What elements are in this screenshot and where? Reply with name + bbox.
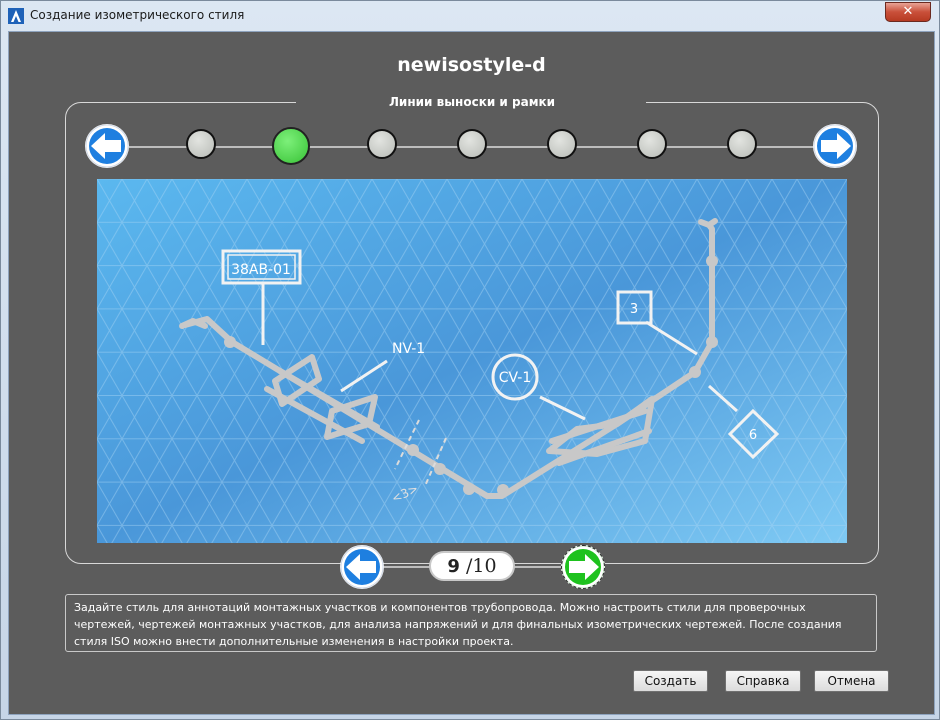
box-3-label: 3 (630, 302, 638, 317)
cancel-button[interactable]: Отмена (814, 670, 889, 692)
title-bar: Создание изометрического стиля ✕ (1, 1, 939, 31)
next-step-button[interactable] (813, 124, 857, 168)
step-dot-7[interactable] (727, 129, 757, 159)
prev-step-button[interactable] (85, 124, 129, 168)
nv-1-label: NV-1 (392, 341, 425, 357)
step-dot-4[interactable] (457, 129, 487, 159)
step-dot-5[interactable] (547, 129, 577, 159)
diamond-6-label: 6 (749, 428, 757, 443)
dialog-body: newisostyle-d Линии выноски и рамки <3> … (8, 31, 935, 715)
isometric-preview-image: <3> 38AB-01 NV-1 CV-1 3 6 (97, 179, 847, 543)
style-name-heading: newisostyle-d (397, 54, 546, 76)
total-pages: /10 (466, 555, 497, 577)
arrow-right-icon (561, 545, 605, 589)
cv-1-label: CV-1 (499, 370, 532, 386)
window-title: Создание изометрического стиля (30, 8, 245, 22)
step-dot-1[interactable] (186, 129, 216, 159)
prev-page-button[interactable] (340, 545, 384, 589)
current-page: 9 (447, 556, 460, 577)
page-counter: 9 /10 (429, 551, 515, 581)
page-navigator: 9 /10 (339, 544, 609, 590)
step-dot-6[interactable] (637, 129, 667, 159)
dialog-window: Создание изометрического стиля ✕ newisos… (0, 0, 940, 720)
section-title: Линии выноски и рамки (388, 95, 556, 109)
tag-38ab-01-label: 38AB-01 (231, 262, 291, 278)
arrow-left-icon (340, 545, 384, 589)
isometric-drawing: <3> 38AB-01 NV-1 CV-1 3 6 (97, 179, 847, 543)
help-button[interactable]: Справка (725, 670, 801, 692)
step-dot-active[interactable] (272, 127, 310, 165)
arrow-left-icon (85, 124, 129, 168)
close-button[interactable]: ✕ (885, 2, 931, 22)
description-text: Задайте стиль для аннотаций монтажных уч… (65, 594, 877, 652)
step-dot-2[interactable] (367, 129, 397, 159)
arrow-right-icon (813, 124, 857, 168)
create-button[interactable]: Создать (633, 670, 708, 692)
app-icon (8, 8, 24, 24)
next-page-button[interactable] (561, 545, 605, 589)
